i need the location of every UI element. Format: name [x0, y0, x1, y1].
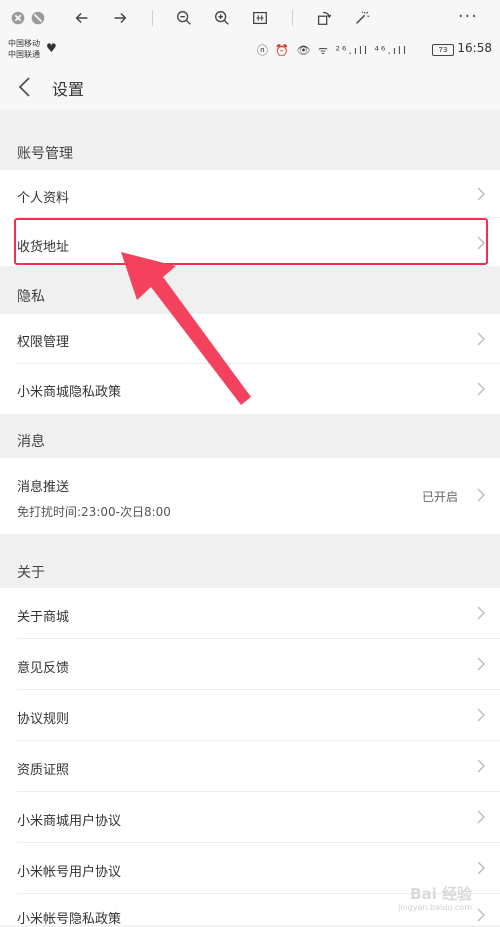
item-label: 权限管理: [17, 335, 70, 350]
heart-icon: ♥: [46, 41, 57, 55]
chevron-right-icon: [477, 382, 485, 396]
section-label: 关于: [17, 565, 45, 581]
settings-item-rules[interactable]: 协议规则: [0, 690, 500, 741]
back-arrow-icon[interactable]: [72, 8, 92, 28]
status-time: 16:58: [457, 41, 492, 55]
item-label: 小米帐号用户协议: [17, 865, 122, 880]
section-label: 消息: [17, 434, 45, 450]
more-icon[interactable]: ···: [458, 6, 478, 27]
chevron-right-icon: [477, 810, 485, 824]
settings-item-push[interactable]: 消息推送 免打扰时间:23:00-次日8:00 已开启: [0, 458, 500, 534]
section-header-privacy: 隐私: [0, 266, 500, 314]
chevron-right-icon: [477, 908, 485, 922]
chevron-right-icon: [477, 488, 485, 502]
settings-item-qualification[interactable]: 资质证照: [0, 741, 500, 792]
magic-wand-icon[interactable]: [352, 8, 372, 28]
block-icon[interactable]: [28, 8, 48, 28]
item-value: 已开启: [421, 490, 458, 504]
item-label: 资质证照: [17, 763, 70, 778]
watermark-sub: jingyan.baidu.com: [398, 903, 472, 912]
settings-item-mall-user-agreement[interactable]: 小米商城用户协议: [0, 792, 500, 843]
settings-item-profile[interactable]: 个人资料: [0, 170, 500, 218]
chevron-right-icon: [477, 861, 485, 875]
settings-item-permission[interactable]: 权限管理: [0, 314, 500, 364]
page-title: 设置: [52, 80, 85, 99]
toolbar-divider: [292, 10, 293, 26]
section-label: 账号管理: [17, 146, 73, 162]
chevron-right-icon: [477, 187, 485, 201]
status-bar: 中国移动 中国联通 ♥ ⓝ ⏰ 👁 ᯤ ²⁶.ıll ⁴⁶.ıll 73 16:…: [0, 36, 500, 64]
settings-item-privacy-policy[interactable]: 小米商城隐私政策: [0, 364, 500, 414]
settings-item-feedback[interactable]: 意见反馈: [0, 639, 500, 690]
item-subtitle: 免打扰时间:23:00-次日8:00: [17, 505, 171, 519]
chevron-right-icon: [477, 708, 485, 722]
chevron-right-icon: [477, 759, 485, 773]
section-header-message: 消息: [0, 414, 500, 458]
section-header-account: 账号管理: [0, 110, 500, 170]
section-label: 隐私: [17, 289, 45, 305]
back-chevron-icon[interactable]: [14, 74, 38, 100]
browser-toolbar: ···: [0, 0, 500, 36]
toolbar-divider: [152, 10, 153, 26]
item-label: 协议规则: [17, 712, 70, 727]
chevron-right-icon: [477, 606, 485, 620]
forward-arrow-icon[interactable]: [110, 8, 130, 28]
settings-item-address[interactable]: 收货地址: [0, 218, 500, 266]
rotate-icon[interactable]: [314, 8, 334, 28]
item-label: 关于商城: [17, 610, 70, 625]
watermark: Bai 经验 jingyan.baidu.com: [398, 887, 472, 915]
item-label: 小米商城用户协议: [17, 814, 122, 829]
section-header-about: 关于: [0, 534, 500, 588]
zoom-out-icon[interactable]: [174, 8, 194, 28]
battery-icon: 73: [432, 44, 454, 56]
item-label: 小米商城隐私政策: [17, 385, 122, 400]
status-icons: ⓝ ⏰ 👁 ᯤ ²⁶.ıll ⁴⁶.ıll: [256, 44, 408, 57]
item-label: 小米帐号隐私政策: [17, 912, 122, 927]
carrier-info: 中国移动 中国联通: [8, 38, 40, 60]
item-label: 个人资料: [17, 191, 70, 206]
chevron-right-icon: [477, 332, 485, 346]
carrier-1: 中国移动: [8, 39, 40, 48]
fit-icon[interactable]: [250, 8, 270, 28]
chevron-right-icon: [477, 657, 485, 671]
item-label: 意见反馈: [17, 661, 70, 676]
chevron-right-icon: [477, 236, 485, 250]
carrier-2: 中国联通: [8, 50, 40, 59]
item-label: 收货地址: [17, 240, 70, 255]
nav-bar: 设置: [0, 64, 500, 110]
close-icon[interactable]: [8, 8, 28, 28]
zoom-in-icon[interactable]: [212, 8, 232, 28]
item-label: 消息推送: [17, 480, 70, 495]
settings-item-about-mall[interactable]: 关于商城: [0, 588, 500, 639]
